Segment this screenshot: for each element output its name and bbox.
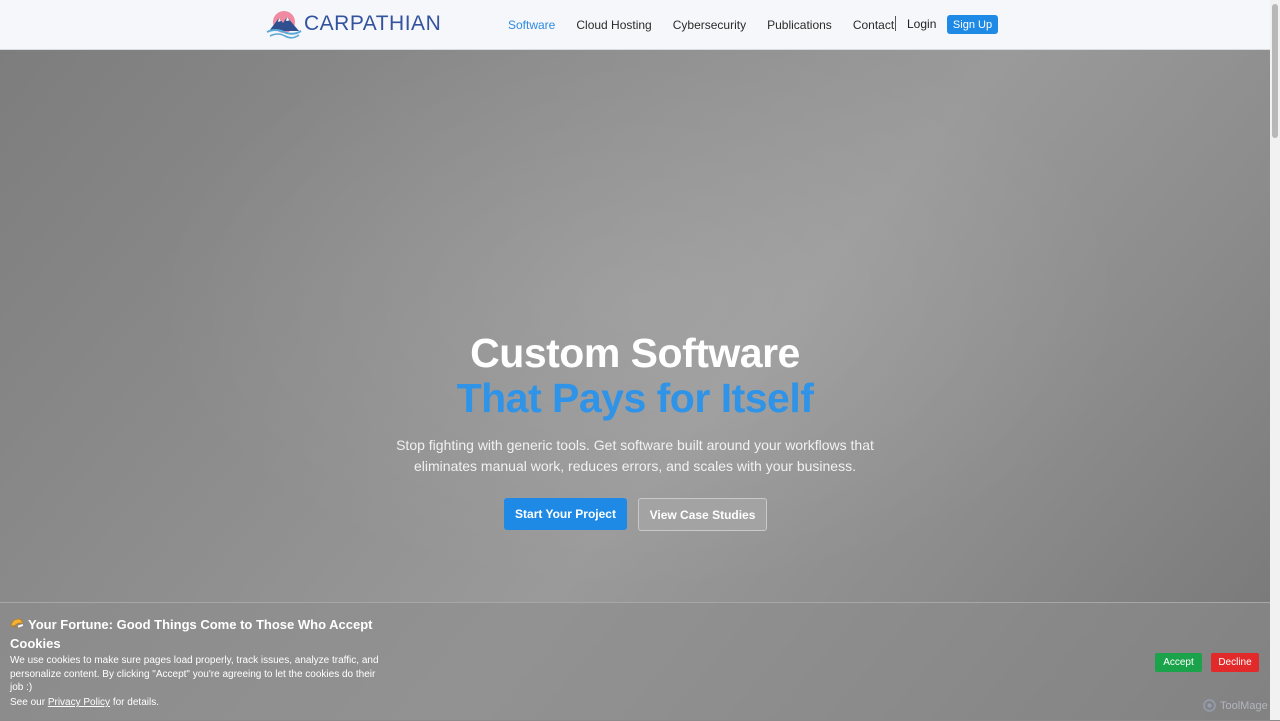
- cookie-title-text: Your Fortune: Good Things Come to Those …: [10, 617, 373, 651]
- login-link[interactable]: Login: [907, 17, 936, 31]
- decline-cookies-button[interactable]: Decline: [1211, 653, 1259, 672]
- cookie-policy-suffix: for details.: [112, 697, 159, 708]
- nav-link-cybersecurity[interactable]: Cybersecurity: [673, 18, 746, 32]
- logo-text: CARPATHIAN: [304, 12, 442, 35]
- hero-headline-line1: Custom Software: [470, 330, 800, 376]
- nav-link-cloud-hosting[interactable]: Cloud Hosting: [576, 18, 651, 32]
- start-project-button[interactable]: Start Your Project: [504, 498, 627, 530]
- page-scrollbar[interactable]: [1270, 0, 1280, 720]
- cookie-policy-prefix: See our: [10, 697, 46, 708]
- nav-divider: [895, 16, 896, 31]
- view-case-studies-button[interactable]: View Case Studies: [638, 498, 767, 531]
- scrollbar-thumb[interactable]: [1272, 4, 1278, 138]
- watermark: ToolMage: [1203, 699, 1268, 712]
- hero-subtext: Stop fighting with generic tools. Get so…: [396, 437, 874, 474]
- watermark-logo-icon: [1203, 699, 1216, 712]
- signup-button[interactable]: Sign Up: [947, 15, 998, 34]
- watermark-text: ToolMage: [1220, 699, 1268, 712]
- nav-link-software[interactable]: Software: [508, 18, 555, 32]
- nav-links: Software Cloud Hosting Cybersecurity Pub…: [508, 0, 915, 49]
- hero-headline-line2: That Pays for Itself: [456, 375, 814, 421]
- privacy-policy-link[interactable]: Privacy Policy: [48, 697, 110, 708]
- cookie-banner: Your Fortune: Good Things Come to Those …: [0, 602, 1270, 721]
- cookie-policy-line: See our Privacy Policy for details.: [10, 697, 159, 708]
- top-navbar: CARPATHIAN Software Cloud Hosting Cybers…: [0, 0, 1270, 50]
- fortune-cookie-icon: [10, 618, 24, 628]
- accept-cookies-button[interactable]: Accept: [1155, 653, 1202, 672]
- logo[interactable]: CARPATHIAN: [266, 8, 441, 40]
- cookie-title: Your Fortune: Good Things Come to Those …: [10, 615, 390, 653]
- cookie-body: We use cookies to make sure pages load p…: [10, 655, 379, 693]
- nav-link-publications[interactable]: Publications: [767, 18, 832, 32]
- nav-link-contact[interactable]: Contact: [853, 18, 894, 32]
- mountain-logo-icon: [266, 11, 302, 39]
